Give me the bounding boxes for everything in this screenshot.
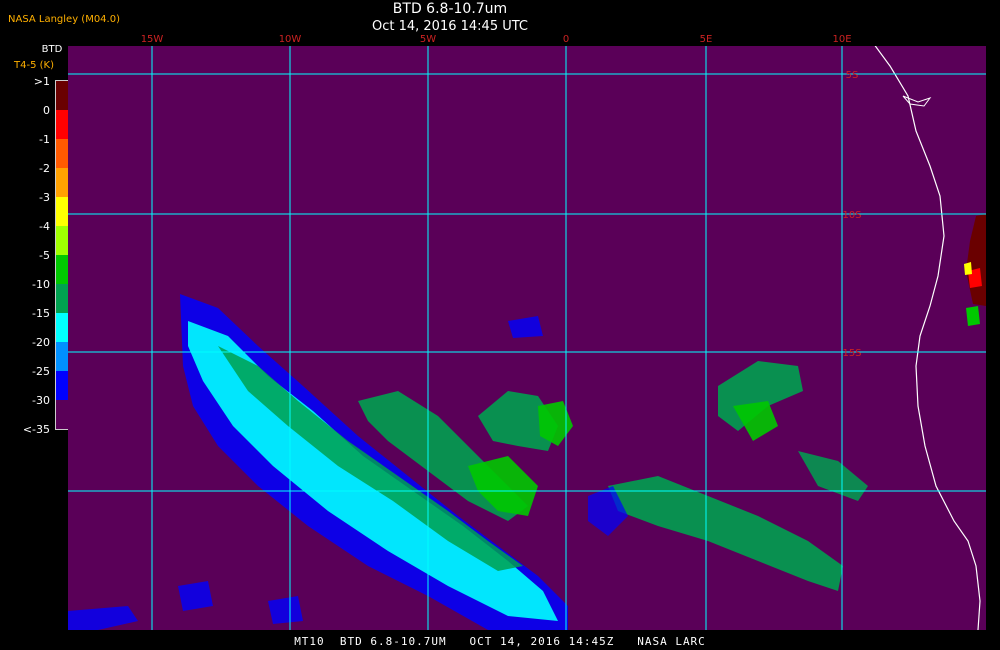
longitude-label: 5W [419,34,437,45]
land-heat-coast-green [966,306,980,326]
map-canvas: 5S 10S 15S [68,46,986,630]
latitude-label: 10S [842,210,861,221]
colorbar-tick-label: -2 [39,162,50,175]
map-subtitle: Oct 14, 2016 14:45 UTC [372,19,528,34]
colorbar-tick-label: -10 [32,278,50,291]
latitude-label: 5S [846,70,859,81]
longitude-label: 0 [562,34,570,45]
colorbar-tick-label: -4 [39,220,50,233]
colorbar-tick-label: -25 [32,365,50,378]
colorbar-tick-label: -1 [39,133,50,146]
legend-subtitle: T4-5 (K) [14,60,54,71]
colorbar-tick-label: 0 [43,104,50,117]
colorbar-tick-label: -3 [39,191,50,204]
latitude-label: 15S [842,348,861,359]
longitude-label: 5E [699,34,713,45]
colorbar-tick-label: -20 [32,336,50,349]
longitude-label: 10E [832,34,852,45]
colorbar-tick-label: >1 [33,75,50,88]
longitude-label: 15W [140,34,164,45]
credit-text: NASA Langley (M04.0) [8,14,120,25]
footer-caption: MT10 BTD 6.8-10.7UM OCT 14, 2016 14:45Z … [294,635,706,648]
satellite-map: 5S 10S 15S [68,46,986,630]
map-title: BTD 6.8-10.7um [392,1,508,17]
colorbar-tick-label: -15 [32,307,50,320]
colorbar-tick-label: <-35 [22,423,50,436]
colorbar-tick-label: -30 [32,394,50,407]
land-heat-coast-yellow [964,262,972,275]
colorbar-tick-label: -5 [39,249,50,262]
longitude-label: 10W [278,34,302,45]
